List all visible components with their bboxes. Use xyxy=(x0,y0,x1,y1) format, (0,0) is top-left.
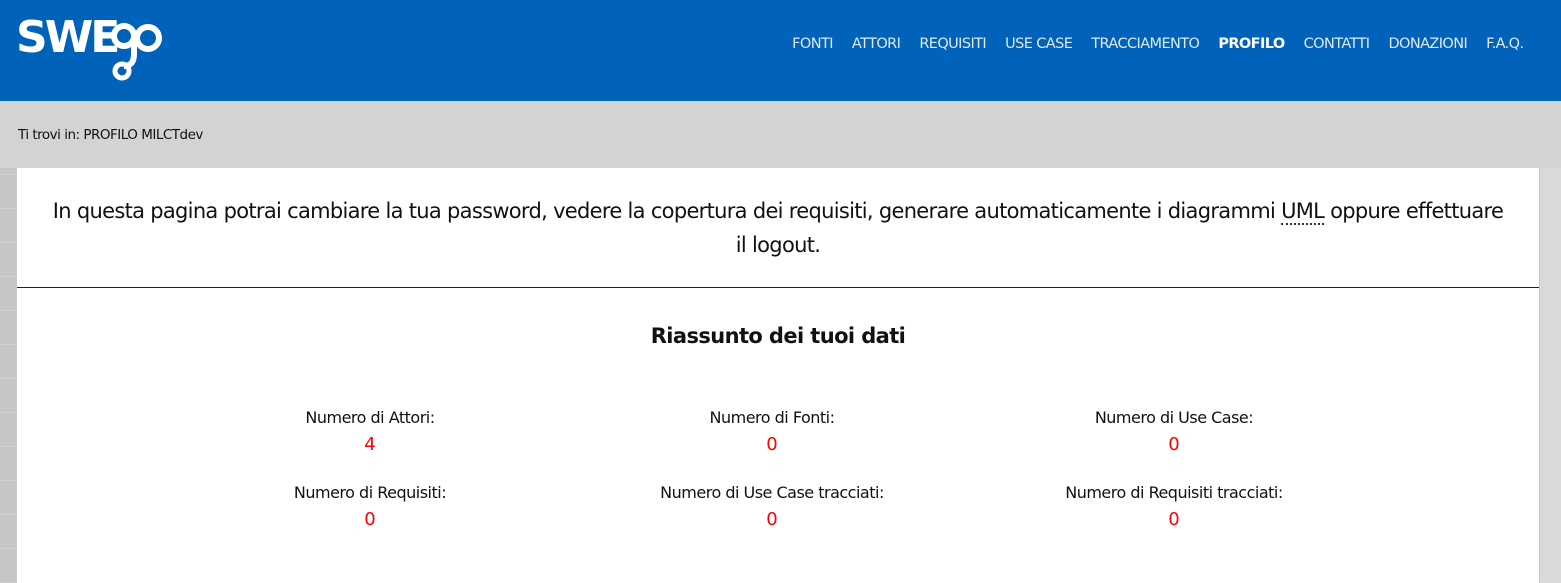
stat-value: 0 xyxy=(766,509,778,530)
nav-item-attori[interactable]: ATTORI xyxy=(842,34,909,54)
stat-value: 4 xyxy=(364,434,376,455)
stat-requisiti: Numero di Requisiti: 0 xyxy=(190,482,550,533)
summary-title: Riassunto dei tuoi dati xyxy=(650,324,906,348)
stat-value: 0 xyxy=(364,509,376,530)
main-nav: FONTI ATTORI REQUISITI USE CASE TRACCIAM… xyxy=(783,34,1533,54)
swego-logo[interactable]: SWE xyxy=(14,4,164,84)
logo-text-swe: SWE xyxy=(16,12,117,63)
stat-label: Numero di Requisiti: xyxy=(293,483,447,502)
nav-item-tracciamento[interactable]: TRACCIAMENTO xyxy=(1082,34,1209,54)
stat-label: Numero di Attori: xyxy=(305,408,435,427)
stat-label: Numero di Use Case tracciati: xyxy=(660,483,884,502)
nav-item-donazioni[interactable]: DONAZIONI xyxy=(1379,34,1477,54)
stat-label: Numero di Use Case: xyxy=(1094,408,1254,427)
section-divider xyxy=(17,287,1539,288)
stat-attori: Numero di Attori: 4 xyxy=(190,407,550,458)
site-header: SWE FONTI ATTORI REQUISITI USE CASE TRAC… xyxy=(0,0,1561,101)
nav-item-requisiti[interactable]: REQUISITI xyxy=(910,34,996,54)
nav-item-use-case[interactable]: USE CASE xyxy=(996,34,1082,54)
intro-text: In questa pagina potrai cambiare la tua … xyxy=(47,194,1509,262)
intro-text-start: In questa pagina potrai cambiare la tua … xyxy=(52,199,1282,223)
logo-g-tail xyxy=(123,34,137,69)
stat-use-case: Numero di Use Case: 0 xyxy=(994,407,1354,458)
uml-abbreviation: UML xyxy=(1281,199,1325,225)
main-content: In questa pagina potrai cambiare la tua … xyxy=(17,168,1539,583)
nav-item-profilo[interactable]: PROFILO xyxy=(1209,34,1294,54)
nav-item-fonti[interactable]: FONTI xyxy=(783,34,843,54)
nav-item-faq[interactable]: F.A.Q. xyxy=(1477,34,1533,54)
stat-label: Numero di Requisiti tracciati: xyxy=(1065,483,1283,502)
breadcrumb-bar: Ti trovi in: PROFILO MILCTdev xyxy=(0,101,1561,168)
stat-requisiti-tracciati: Numero di Requisiti tracciati: 0 xyxy=(994,482,1354,533)
stat-label: Numero di Fonti: xyxy=(709,408,836,427)
breadcrumb: Ti trovi in: PROFILO MILCTdev xyxy=(18,127,203,143)
stat-value: 0 xyxy=(1168,509,1180,530)
stat-use-case-tracciati: Numero di Use Case tracciati: 0 xyxy=(592,482,952,533)
stat-fonti: Numero di Fonti: 0 xyxy=(592,407,952,458)
logo-g-ring xyxy=(112,61,132,81)
stat-value: 0 xyxy=(1168,434,1180,455)
nav-item-contatti[interactable]: CONTATTI xyxy=(1294,34,1379,54)
stat-value: 0 xyxy=(766,434,778,455)
logo-o xyxy=(134,24,162,52)
